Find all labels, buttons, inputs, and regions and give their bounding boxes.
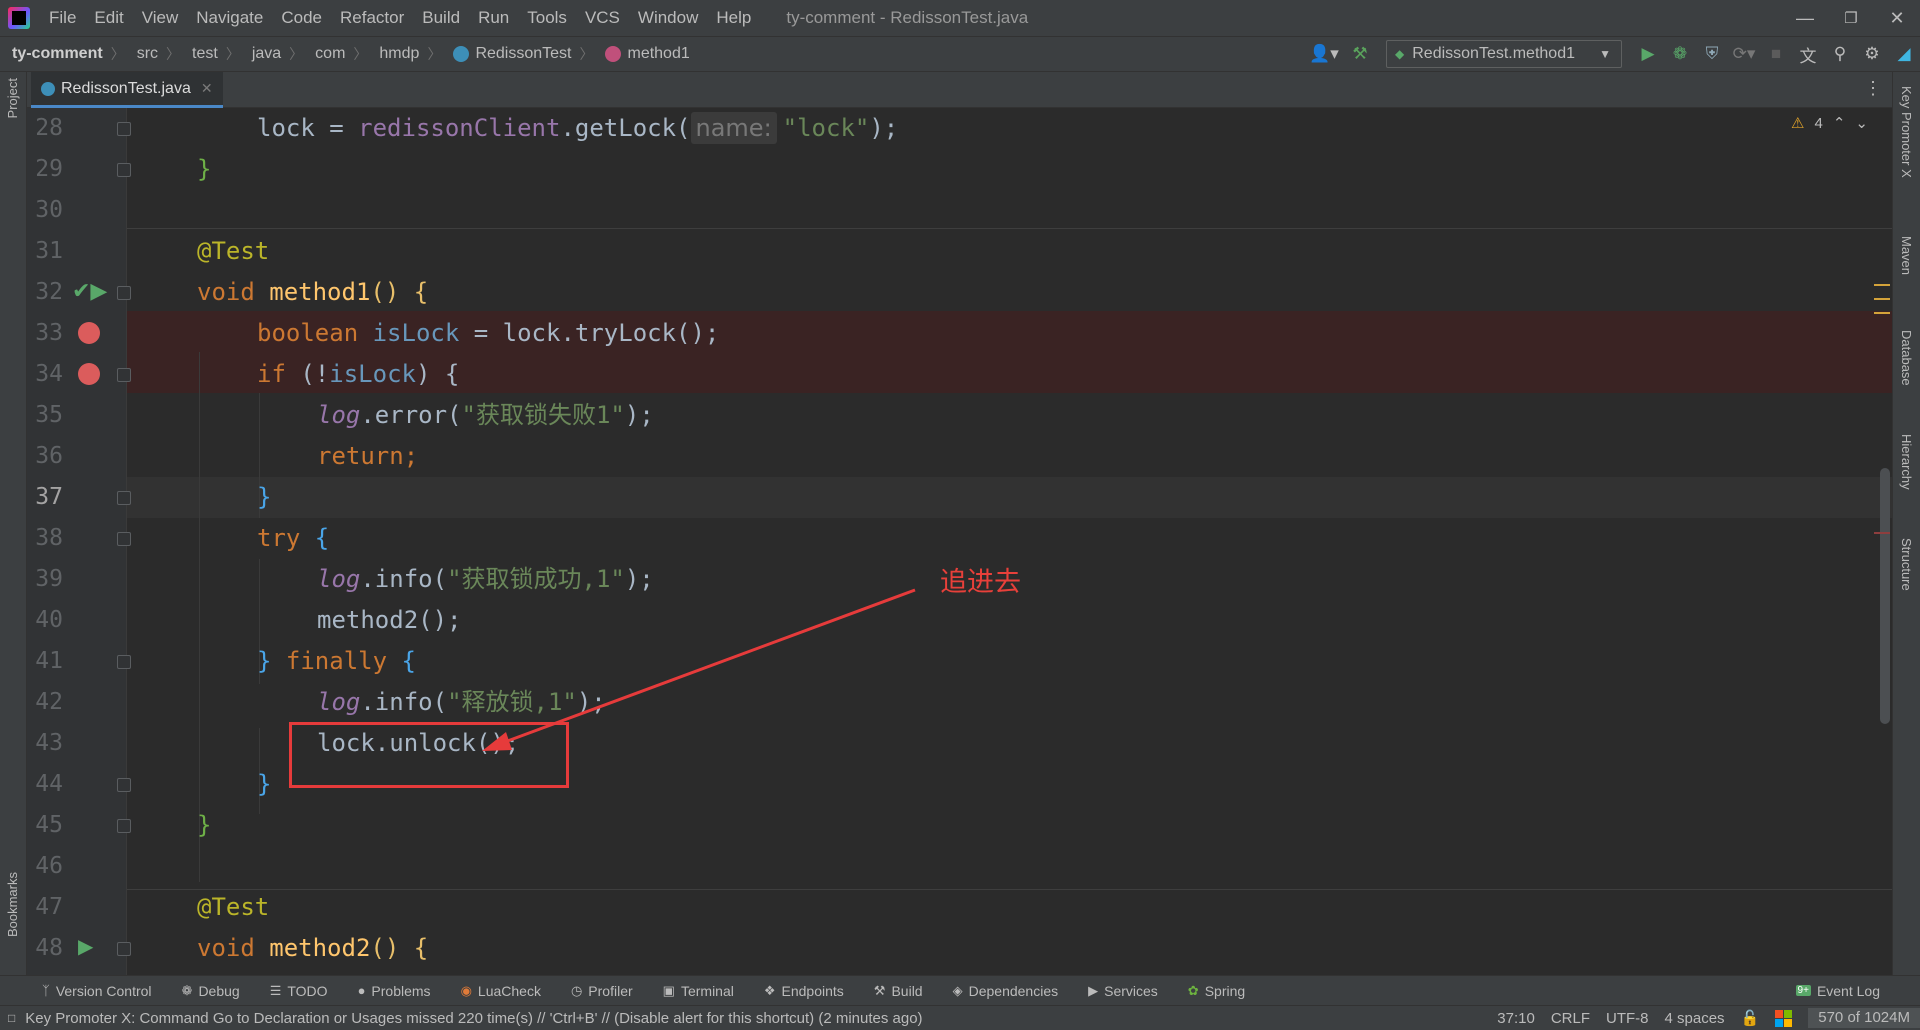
tool-label: Debug: [198, 982, 240, 999]
tool-label: Event Log: [1816, 982, 1880, 999]
problems-tool-button[interactable]: ● Problems: [358, 983, 431, 999]
memory-indicator[interactable]: 570 of 1024M: [1808, 1008, 1920, 1028]
tool-label: Services: [1104, 982, 1158, 999]
build-tool-button[interactable]: ⚒ Build: [874, 983, 923, 999]
dependencies-tool-button[interactable]: ◈ Dependencies: [953, 983, 1059, 999]
bug-icon: ❁: [181, 982, 193, 998]
arrow-head: [482, 732, 512, 751]
terminal-tool-button[interactable]: ▣ Terminal: [663, 983, 734, 999]
bottom-tool-bar: ᛉ Version Control ❁ Debug ☰ TODO ● Problems …: [0, 975, 1920, 1005]
luacheck-icon: ◉: [460, 982, 472, 998]
terminal-icon: ▣: [662, 982, 675, 998]
tool-label: Spring: [1204, 982, 1246, 999]
line-separator[interactable]: CRLF: [1551, 1010, 1590, 1027]
todo-tool-button[interactable]: ☰ TODO: [270, 983, 328, 999]
arrow-line: [493, 588, 916, 748]
status-widgets: 37:10 CRLF UTF-8 4 spaces 🔓 570 of 1024M: [1497, 1006, 1920, 1030]
tool-label: Endpoints: [781, 982, 844, 999]
debug-tool-button[interactable]: ❁ Debug: [182, 983, 240, 999]
hammer-icon: ⚒: [873, 982, 886, 998]
endpoints-icon: ❖: [763, 982, 776, 998]
spring-leaf-icon: ✿: [1187, 982, 1199, 998]
tool-label: Version Control: [55, 982, 152, 999]
tool-label: TODO: [287, 982, 328, 999]
dependencies-icon: ◈: [952, 982, 963, 998]
windows-logo-icon: [1775, 1009, 1793, 1027]
event-log-badge: 9+: [1795, 985, 1811, 996]
indent-setting[interactable]: 4 spaces: [1665, 1010, 1725, 1027]
tool-label: LuaCheck: [477, 982, 541, 999]
tool-label: Build: [891, 982, 923, 999]
lock-icon[interactable]: 🔓: [1741, 1009, 1760, 1027]
annotation-arrow: [482, 588, 916, 751]
services-tool-button[interactable]: ▶ Services: [1088, 983, 1158, 999]
caret-position[interactable]: 37:10: [1497, 1010, 1535, 1027]
event-log-tool-button[interactable]: 9+ Event Log: [1795, 982, 1880, 999]
profiler-icon: ◷: [570, 982, 583, 998]
tool-label: Problems: [371, 982, 431, 999]
info-icon: ●: [357, 983, 366, 998]
profiler-tool-button[interactable]: ◷ Profiler: [571, 983, 633, 999]
toggle-tool-windows-icon[interactable]: □: [8, 1011, 15, 1025]
tool-label: Terminal: [680, 982, 734, 999]
file-encoding[interactable]: UTF-8: [1606, 1010, 1649, 1027]
spring-tool-button[interactable]: ✿ Spring: [1188, 983, 1245, 999]
status-bar: □ Key Promoter X: Command Go to Declarat…: [0, 1005, 1920, 1030]
status-message[interactable]: Key Promoter X: Command Go to Declaratio…: [25, 1010, 922, 1027]
version-control-tool-button[interactable]: ᛉ Version Control: [42, 983, 152, 999]
tool-label: Profiler: [588, 982, 633, 999]
luacheck-tool-button[interactable]: ◉ LuaCheck: [461, 983, 541, 999]
services-icon: ▶: [1088, 982, 1099, 998]
endpoints-tool-button[interactable]: ❖ Endpoints: [764, 983, 844, 999]
tool-label: Dependencies: [968, 982, 1059, 999]
branch-icon: ᛉ: [42, 983, 50, 998]
list-icon: ☰: [269, 982, 282, 998]
